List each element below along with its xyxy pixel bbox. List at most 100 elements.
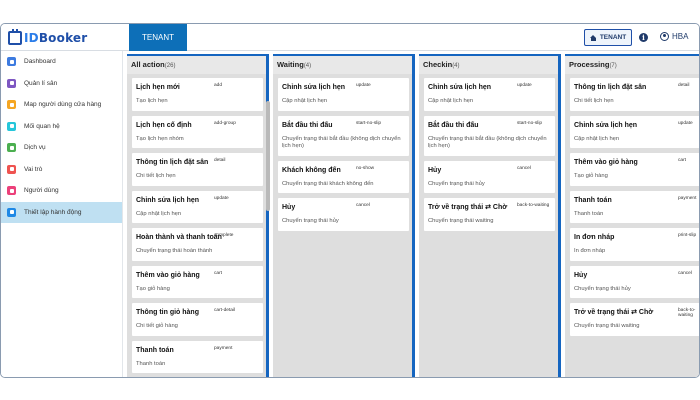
action-card[interactable]: Lịch hẹn cố định add-group Tạo lịch hẹn nh… xyxy=(132,115,263,148)
card-action-code: update xyxy=(214,195,229,201)
sidebar-item[interactable]: Dashboard xyxy=(1,51,122,73)
action-card[interactable]: Trở về trạng thái ⇄ Chờ back-to-waiting Ch… xyxy=(424,198,555,231)
board-column: All action(26) Lịch hẹn mới add Tạo lịch hẹ… xyxy=(127,54,270,377)
column-count: (4) xyxy=(303,63,312,69)
card-action-code: update xyxy=(356,83,371,88)
card-action-code: update xyxy=(517,83,532,88)
sidebar-item[interactable]: Map người dùng cửa hàng xyxy=(1,94,122,116)
card-title: Thông tin lịch đặt sân xyxy=(136,159,209,166)
card-action-code: detail xyxy=(214,158,226,163)
logo-text: IDBooker xyxy=(24,31,88,45)
column-title: Checkin xyxy=(423,60,453,69)
card-title: Chỉnh sửa lịch hẹn xyxy=(136,196,200,204)
card-title: Lịch hẹn cố định xyxy=(136,121,192,129)
card-title: Thông tin giỏ hàng xyxy=(136,309,199,316)
card-title: Thêm vào giỏ hàng xyxy=(136,271,200,279)
card-action-code: print-slip xyxy=(678,233,697,238)
action-card[interactable]: Bắt đầu thi đấu start-no-slip Chuyển trạng… xyxy=(278,115,409,156)
action-card[interactable]: Bắt đầu thi đấu start-no-slip Chuyển trạng… xyxy=(424,115,555,156)
column-edge xyxy=(558,54,561,377)
action-card[interactable]: In đơn nháp print-slip In đơn nháp xyxy=(570,228,699,261)
menu-item-icon xyxy=(7,143,16,153)
card-action-code: add-group xyxy=(214,120,236,126)
sidebar-item[interactable]: Quản lí sân xyxy=(1,73,122,95)
card-description: Cập nhật lịch hẹn xyxy=(428,98,474,104)
card-description: Chuyển trạng thái bắt đầu (không dịch ch… xyxy=(428,135,547,150)
sidebar-item[interactable]: Mối quan hệ xyxy=(1,116,122,138)
action-card[interactable]: Hủy cancel Chuyển trạng thái hủy xyxy=(570,265,699,298)
action-card[interactable]: Chỉnh sửa lịch hẹn update Cập nhật lịch hẹ… xyxy=(570,115,699,148)
menu-item-icon xyxy=(7,78,16,88)
card-description: Cập nhật lịch hẹn xyxy=(136,210,182,217)
info-icon[interactable]: i xyxy=(639,33,648,42)
tenant-button-label: TENANT xyxy=(599,34,627,41)
logo[interactable]: IDBooker xyxy=(8,29,87,47)
sidebar-item-label: Dashboard xyxy=(24,58,56,66)
action-card[interactable]: Thông tin giỏ hàng cart-detail Chi tiết gi… xyxy=(132,303,263,336)
card-list: Chỉnh sửa lịch hẹn update Cập nhật lịch hẹ… xyxy=(419,74,561,231)
sidebar-item[interactable]: Vai trò xyxy=(1,159,122,181)
card-action-code: complete xyxy=(214,233,234,238)
column-header: Waiting(4) xyxy=(273,54,415,74)
card-description: Chuyển trạng thái bắt đầu (không dịch ch… xyxy=(282,135,401,150)
action-card[interactable]: Chỉnh sửa lịch hẹn update Cập nhật lịch hẹ… xyxy=(424,78,555,111)
card-action-code: cancel xyxy=(356,203,370,208)
action-card[interactable]: Hủy cancel Chuyển trạng thái hủy xyxy=(278,198,409,231)
menu-item-icon xyxy=(7,164,16,174)
column-title: Waiting xyxy=(277,60,304,69)
sidebar-item-label: Dịch vụ xyxy=(24,144,46,152)
action-card[interactable]: Thanh toán payment Thanh toán xyxy=(132,340,263,373)
card-description: Tạo lịch hẹn xyxy=(136,98,168,104)
action-card[interactable]: Trở về trạng thái ⇄ Chờ back-to-waiting Ch… xyxy=(570,303,699,336)
card-action-code: add xyxy=(214,83,223,88)
card-description: Thanh toán xyxy=(574,210,604,217)
card-description: Chuyển trạng thái hủy xyxy=(428,180,485,187)
home-icon xyxy=(589,34,597,41)
card-title: Khách không đến xyxy=(282,166,341,174)
column-top-bar xyxy=(565,54,699,56)
card-description: Cập nhật lịch hẹn xyxy=(282,98,328,104)
card-action-code: back-to-waiting xyxy=(517,203,550,208)
column-top-bar xyxy=(419,54,561,56)
column-title: All action xyxy=(131,60,165,69)
user-menu[interactable]: HBA xyxy=(660,32,688,41)
action-card[interactable]: Chỉnh sửa lịch hẹn update Cập nhật lịch hẹ… xyxy=(132,190,263,223)
board-column: Processing(7) Thông tin lịch đặt sân detai… xyxy=(565,54,699,377)
column-header: Checkin(4) xyxy=(419,54,561,74)
action-card[interactable]: Thông tin lịch đặt sân detail Chi tiết lịc… xyxy=(132,153,263,186)
card-list: Thông tin lịch đặt sân detail Chi tiết lịc… xyxy=(565,74,699,336)
column-header: Processing(7) xyxy=(565,54,699,74)
card-action-code: start-no-slip xyxy=(356,120,382,126)
action-card[interactable]: Khách không đến no-show Chuyển trạng thái … xyxy=(278,160,409,193)
card-action-code: update xyxy=(678,120,693,126)
column-scrollbar[interactable] xyxy=(266,101,270,211)
menu-item-icon xyxy=(7,121,16,131)
card-description: Chi tiết lịch hẹn xyxy=(136,173,176,179)
action-card[interactable]: Hủy cancel Chuyển trạng thái hủy xyxy=(424,160,555,193)
column-count: (26) xyxy=(164,63,176,69)
card-description: Chuyển trạng thái hoàn thành xyxy=(136,248,213,254)
action-card[interactable]: Hoàn thành và thanh toán complete Chuyển t… xyxy=(132,228,263,261)
app-window: IDBooker TENANT TENANT i HBA Dashboard Qu… xyxy=(0,23,700,378)
action-card[interactable]: Thêm vào giỏ hàng cart Tạo giỏ hàng xyxy=(132,265,263,298)
sidebar-item[interactable]: Người dùng xyxy=(1,180,122,202)
action-card[interactable]: Thanh toán payment Thanh toán xyxy=(570,190,699,223)
card-description: Thanh toán xyxy=(136,360,166,367)
card-description: Tạo lịch hẹn nhóm xyxy=(136,135,184,142)
sidebar-item[interactable]: Dịch vụ xyxy=(1,137,122,159)
tenant-home-button[interactable]: TENANT xyxy=(584,29,632,46)
column-count: (7) xyxy=(609,63,617,69)
action-card[interactable]: Thêm vào giỏ hàng cart Tạo giỏ hàng xyxy=(570,153,699,186)
action-card[interactable]: Thông tin lịch đặt sân detail Chi tiết lịc… xyxy=(570,78,699,111)
calendar-logo-icon xyxy=(8,29,22,45)
sidebar-item-label: Map người dùng cửa hàng xyxy=(24,101,102,109)
card-description: Tạo giỏ hàng xyxy=(574,173,608,179)
sidebar-item[interactable]: Thiết lập hành động xyxy=(1,201,122,223)
action-card[interactable]: Chỉnh sửa lịch hẹn update Cập nhật lịch hẹ… xyxy=(278,78,409,111)
tab-tenant[interactable]: TENANT xyxy=(129,24,187,51)
action-card[interactable]: Lịch hẹn mới add Tạo lịch hẹn xyxy=(132,78,263,111)
card-action-code: cancel xyxy=(678,270,692,276)
menu-item-icon xyxy=(7,57,16,67)
column-top-bar xyxy=(127,54,269,56)
card-description: Chuyển trạng thái waiting xyxy=(574,323,640,329)
